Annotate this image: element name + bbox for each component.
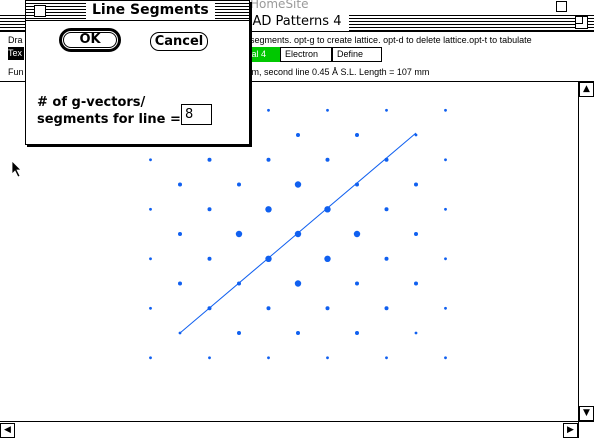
lattice-point <box>296 331 300 335</box>
ok-button[interactable]: OK <box>59 28 121 52</box>
dialog-close-box[interactable] <box>34 5 46 17</box>
lattice-point <box>353 230 361 238</box>
lattice-point <box>414 232 418 236</box>
lattice-point <box>414 182 418 187</box>
lattice-point <box>414 281 418 286</box>
lattice-point <box>355 281 359 286</box>
lattice-point <box>208 356 211 360</box>
define-button[interactable]: Define <box>332 47 382 62</box>
text-tab-label: Tex <box>8 48 23 58</box>
lattice-point <box>207 157 212 162</box>
lattice-point <box>207 256 212 261</box>
lattice-point <box>444 257 447 261</box>
lattice-point <box>444 356 447 360</box>
lattice-point <box>384 207 389 212</box>
segments-field-label: # of g-vectors/ segments for line = <box>37 95 181 127</box>
horizontal-scrollbar[interactable]: ◀ ▶ <box>0 421 578 439</box>
lattice-point <box>324 255 331 262</box>
crystal-button-label: tal 4 <box>249 49 267 59</box>
scroll-up-arrow[interactable]: ▲ <box>579 82 594 97</box>
define-button-label: Define <box>337 49 364 59</box>
lattice-point <box>178 182 182 187</box>
measurement-readout: mm, second line 0.45 Å S.L. Length = 107… <box>244 67 430 77</box>
lattice-point <box>355 133 359 137</box>
lattice-point <box>178 281 182 286</box>
lattice-point <box>385 108 388 112</box>
mouse-pointer-icon <box>11 160 22 178</box>
window-title: SAD Patterns 4 <box>236 13 350 31</box>
function-label: Fun <box>8 67 24 77</box>
lattice-point <box>149 158 152 162</box>
lattice-point <box>325 306 330 311</box>
background-window-zoom-box[interactable] <box>556 1 567 12</box>
lattice-point <box>385 356 388 360</box>
lattice-point <box>444 306 447 310</box>
lattice-point <box>235 230 243 238</box>
lattice-point <box>149 356 152 360</box>
lattice-point <box>267 108 270 112</box>
lattice-point <box>384 306 389 311</box>
lattice-point <box>325 157 330 162</box>
lattice-point <box>149 306 152 310</box>
lattice-point <box>355 331 359 335</box>
lattice-point <box>149 257 152 261</box>
cancel-button[interactable]: Cancel <box>150 32 208 51</box>
lattice-point <box>326 108 329 112</box>
lattice-point <box>237 182 241 187</box>
instructions-text-left: Dra <box>8 35 23 45</box>
lattice-point <box>414 331 418 335</box>
lattice-point <box>384 256 389 261</box>
background-window-title: HomeSite <box>250 0 309 11</box>
lattice-point <box>149 207 152 211</box>
text-tab[interactable]: Tex <box>8 47 24 60</box>
lattice-point <box>178 232 182 236</box>
lattice-point <box>296 133 300 137</box>
lattice-point <box>326 356 329 360</box>
scroll-left-arrow[interactable]: ◀ <box>0 423 15 438</box>
scroll-right-arrow[interactable]: ▶ <box>563 423 578 438</box>
lattice-point <box>265 206 272 213</box>
lattice-point <box>294 181 302 188</box>
zoom-box[interactable] <box>575 16 588 29</box>
electron-button[interactable]: Electron <box>280 47 332 62</box>
segments-input[interactable]: 8 <box>181 104 212 125</box>
dialog-title: Line Segments <box>86 2 215 19</box>
lattice-point <box>207 207 212 212</box>
segment-line[interactable] <box>179 132 417 334</box>
instructions-text: segments. opt-g to create lattice. opt-d… <box>250 35 532 45</box>
lattice-point <box>444 108 447 112</box>
lattice-point <box>267 356 270 360</box>
scroll-down-arrow[interactable]: ▼ <box>579 406 594 421</box>
lattice-point <box>237 331 241 335</box>
crystal-button[interactable]: tal 4 <box>244 47 284 62</box>
electron-button-label: Electron <box>285 49 319 59</box>
lattice-point <box>294 280 302 287</box>
vertical-scrollbar[interactable]: ▲ ▼ <box>578 82 594 421</box>
lattice-point <box>266 157 271 162</box>
line-segments-dialog: Line Segments OK Cancel # of g-vectors/ … <box>25 0 250 145</box>
lattice-point <box>444 207 447 211</box>
resize-grow-box[interactable] <box>578 421 594 438</box>
lattice-point <box>444 158 447 162</box>
lattice-point <box>266 306 271 311</box>
lattice-point <box>294 230 302 238</box>
